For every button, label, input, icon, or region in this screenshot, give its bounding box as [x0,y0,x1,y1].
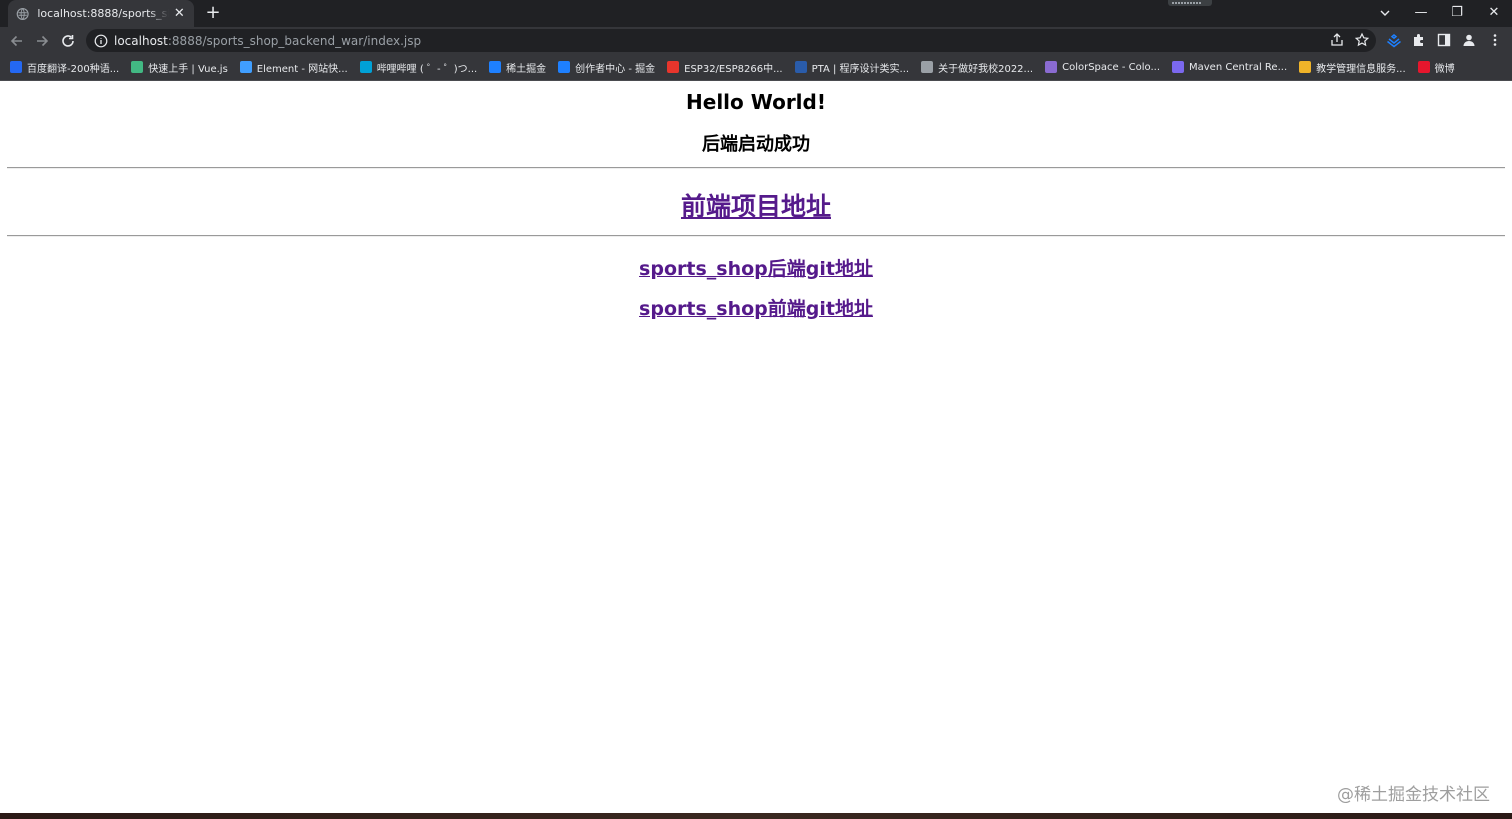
bookmarks-bar: 百度翻译-200种语... 快速上手 | Vue.js Element - 网站快.… [0,54,1512,81]
bookmark-favicon-icon [489,61,502,73]
tab-close-icon[interactable]: ✕ [173,6,186,21]
browser-toolbar: localhost:8888/sports_shop_backend_war/i… [0,27,1512,54]
bookmark-favicon-icon [239,61,252,73]
url-host: localhost [114,33,168,48]
minimize-button[interactable]: — [1407,3,1435,23]
bookmark-label: 快速上手 | Vue.js [148,63,228,75]
bookmark-item[interactable]: ColorSpace - Colo... [1045,61,1160,73]
backend-git-link[interactable]: sports_shop后端git地址 [639,258,873,280]
bookmark-label: Maven Central Re... [1189,61,1288,73]
taskbar-edge [0,813,1512,819]
backend-git-link-wrap: sports_shop后端git地址 [0,254,1512,281]
bookmark-item[interactable]: 百度翻译-200种语... [10,60,119,75]
reload-icon[interactable] [59,32,77,50]
bookmark-label: 稀土掘金 [506,63,547,75]
browser-titlebar: localhost:8888/sports_shop_backend_war/i… [0,0,1512,27]
bookmark-label: 百度翻译-200种语... [27,63,120,75]
url-path: :8888/sports_shop_backend_war/index.jsp [167,33,422,48]
bookmark-favicon-icon [1045,61,1058,73]
frontend-project-link[interactable]: 前端项目地址 [681,192,831,221]
bookmark-favicon-icon [558,61,571,73]
bookmark-star-icon[interactable] [1354,32,1370,48]
extensions-puzzle-icon[interactable] [1411,32,1427,48]
watermark: @稀土掘金技术社区 [1337,785,1490,805]
profile-indicator [1168,0,1212,6]
new-tab-button[interactable]: + [203,3,223,23]
divider [7,235,1505,237]
frontend-project-link-wrap: 前端项目地址 [0,187,1512,223]
back-arrow-icon[interactable] [8,32,26,50]
heading-hello-world: Hello World! [686,90,826,114]
divider [7,167,1505,169]
bookmark-label: Element - 网站快... [256,63,348,75]
bookmark-item[interactable]: 哔哩哔哩 ( ゜- ゜)つ... [359,60,478,75]
bookmark-favicon-icon [667,61,680,73]
bookmark-item[interactable]: 稀土掘金 [489,60,546,75]
profile-avatar-icon[interactable] [1461,32,1477,48]
bookmark-favicon-icon [131,61,144,73]
tab-title: localhost:8888/sports_shop_backend_war/i… [37,7,169,20]
bookmark-item[interactable]: Maven Central Re... [1172,61,1287,73]
bookmark-favicon-icon [1417,61,1430,73]
bookmark-favicon-icon [1299,61,1312,73]
bookmark-favicon-icon [359,61,372,73]
bookmark-item[interactable]: PTA | 程序设计类实... [794,60,910,75]
juejin-extension-icon[interactable] [1386,32,1402,48]
bookmark-item[interactable]: ESP32/ESP8266中... [667,60,783,75]
heading-backend-started: 后端启动成功 [702,134,810,155]
bookmark-label: ESP32/ESP8266中... [684,63,783,75]
bookmark-label: 关于做好我校2022... [938,63,1034,75]
bookmark-label: 教学管理信息服务... [1316,63,1406,75]
bookmark-item[interactable]: Element - 网站快... [239,60,348,75]
frontend-git-link[interactable]: sports_shop前端git地址 [639,298,873,320]
bookmark-item[interactable]: 微博 [1417,60,1455,75]
bookmark-item[interactable]: 教学管理信息服务... [1299,60,1406,75]
menu-kebab-icon[interactable] [1487,32,1503,48]
bookmark-favicon-icon [794,61,807,73]
tab-search-chevron-icon[interactable] [1377,5,1393,21]
page-content: Hello World! 后端启动成功 前端项目地址 sports_shop后端… [0,81,1512,813]
restore-button[interactable]: ❐ [1443,3,1471,23]
browser-tab[interactable]: localhost:8888/sports_shop_backend_war/i… [8,0,194,27]
forward-arrow-icon[interactable] [33,32,51,50]
site-info-icon[interactable] [94,34,108,48]
address-bar[interactable]: localhost:8888/sports_shop_backend_war/i… [86,29,1376,52]
frontend-git-link-wrap: sports_shop前端git地址 [0,294,1512,321]
bookmark-label: 创作者中心 - 掘金 [575,63,656,75]
close-window-button[interactable]: ✕ [1480,3,1508,23]
bookmark-item[interactable]: 快速上手 | Vue.js [131,60,228,75]
globe-icon [16,7,29,20]
bookmark-label: PTA | 程序设计类实... [811,63,910,75]
bookmark-label: ColorSpace - Colo... [1062,61,1160,73]
bookmark-favicon-icon [10,61,22,73]
share-icon[interactable] [1329,32,1345,48]
bookmark-favicon-icon [1172,61,1184,73]
side-panel-icon[interactable] [1436,32,1452,48]
bookmark-item[interactable]: 关于做好我校2022... [921,60,1033,75]
bookmark-label: 哔哩哔哩 ( ゜- ゜)つ... [376,63,478,75]
bookmark-label: 微博 [1434,63,1455,75]
bookmark-favicon-icon [921,61,934,73]
bookmark-item[interactable]: 创作者中心 - 掘金 [558,60,655,75]
